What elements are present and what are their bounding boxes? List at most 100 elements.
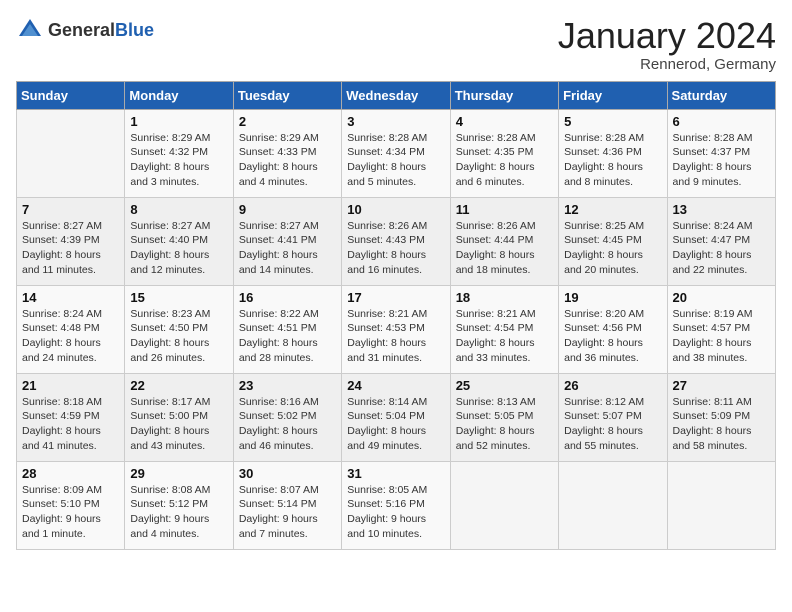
location: Rennerod, Germany: [558, 56, 776, 73]
day-number: 14: [22, 290, 119, 305]
calendar-cell: 14 Sunrise: 8:24 AMSunset: 4:48 PMDayligh…: [17, 285, 125, 373]
calendar-cell: 8Sunrise: 8:27 AMSunset: 4:40 PMDaylight…: [125, 197, 233, 285]
calendar-cell: 24 Sunrise: 8:14 AMSunset: 5:04 PMDayligh…: [342, 373, 450, 461]
day-info: Sunrise: 8:27 AMSunset: 4:39 PMDaylight:…: [22, 219, 119, 278]
day-number: 28: [22, 466, 119, 481]
day-number: 15: [130, 290, 227, 305]
calendar-cell: [450, 461, 558, 549]
day-number: 25: [456, 378, 553, 393]
day-number: 26: [564, 378, 661, 393]
weekday-header-wednesday: Wednesday: [342, 81, 450, 109]
day-number: 24: [347, 378, 444, 393]
calendar-cell: 23Sunrise: 8:16 AMSunset: 5:02 PMDayligh…: [233, 373, 341, 461]
calendar-cell: 25 Sunrise: 8:13 AMSunset: 5:05 PMDayligh…: [450, 373, 558, 461]
calendar-cell: 5Sunrise: 8:28 AMSunset: 4:36 PMDaylight…: [559, 109, 667, 197]
day-info: Sunrise: 8:07 AMSunset: 5:14 PMDaylight:…: [239, 483, 336, 542]
week-row-3: 14 Sunrise: 8:24 AMSunset: 4:48 PMDayligh…: [17, 285, 776, 373]
day-info: Sunrise: 8:09 AMSunset: 5:10 PMDaylight:…: [22, 483, 119, 542]
day-number: 27: [673, 378, 770, 393]
calendar-cell: 27 Sunrise: 8:11 AMSunset: 5:09 PMDayligh…: [667, 373, 775, 461]
day-info: Sunrise: 8:26 AMSunset: 4:43 PMDaylight:…: [347, 219, 444, 278]
calendar-cell: 30 Sunrise: 8:07 AMSunset: 5:14 PMDayligh…: [233, 461, 341, 549]
day-number: 9: [239, 202, 336, 217]
day-info: Sunrise: 8:29 AMSunset: 4:33 PMDaylight:…: [239, 131, 336, 190]
logo-text: GeneralBlue: [48, 20, 154, 41]
day-number: 22: [130, 378, 227, 393]
calendar-cell: 26 Sunrise: 8:12 AMSunset: 5:07 PMDayligh…: [559, 373, 667, 461]
day-info: Sunrise: 8:20 AMSunset: 4:56 PMDaylight:…: [564, 307, 661, 366]
calendar-cell: [667, 461, 775, 549]
day-number: 1: [130, 114, 227, 129]
day-number: 30: [239, 466, 336, 481]
calendar-cell: 31 Sunrise: 8:05 AMSunset: 5:16 PMDayligh…: [342, 461, 450, 549]
page-header: GeneralBlue January 2024 Rennerod, Germa…: [16, 16, 776, 73]
day-number: 13: [673, 202, 770, 217]
day-info: Sunrise: 8:11 AMSunset: 5:09 PMDaylight:…: [673, 395, 770, 454]
calendar-cell: [17, 109, 125, 197]
day-info: Sunrise: 8:24 AMSunset: 4:48 PMDaylight:…: [22, 307, 119, 366]
day-info: Sunrise: 8:21 AMSunset: 4:54 PMDaylight:…: [456, 307, 553, 366]
weekday-header-friday: Friday: [559, 81, 667, 109]
calendar-cell: 17Sunrise: 8:21 AMSunset: 4:53 PMDayligh…: [342, 285, 450, 373]
day-info: Sunrise: 8:26 AMSunset: 4:44 PMDaylight:…: [456, 219, 553, 278]
day-info: Sunrise: 8:23 AMSunset: 4:50 PMDaylight:…: [130, 307, 227, 366]
day-info: Sunrise: 8:25 AMSunset: 4:45 PMDaylight:…: [564, 219, 661, 278]
day-info: Sunrise: 8:16 AMSunset: 5:02 PMDaylight:…: [239, 395, 336, 454]
weekday-header-monday: Monday: [125, 81, 233, 109]
day-info: Sunrise: 8:05 AMSunset: 5:16 PMDaylight:…: [347, 483, 444, 542]
day-number: 4: [456, 114, 553, 129]
day-number: 2: [239, 114, 336, 129]
month-title: January 2024: [558, 16, 776, 56]
calendar-cell: 15 Sunrise: 8:23 AMSunset: 4:50 PMDayligh…: [125, 285, 233, 373]
day-info: Sunrise: 8:17 AMSunset: 5:00 PMDaylight:…: [130, 395, 227, 454]
calendar-cell: 19 Sunrise: 8:20 AMSunset: 4:56 PMDayligh…: [559, 285, 667, 373]
calendar-cell: 6Sunrise: 8:28 AMSunset: 4:37 PMDaylight…: [667, 109, 775, 197]
day-number: 19: [564, 290, 661, 305]
calendar-cell: [559, 461, 667, 549]
day-info: Sunrise: 8:28 AMSunset: 4:34 PMDaylight:…: [347, 131, 444, 190]
weekday-header-sunday: Sunday: [17, 81, 125, 109]
calendar-cell: 13 Sunrise: 8:24 AMSunset: 4:47 PMDayligh…: [667, 197, 775, 285]
calendar-cell: 18Sunrise: 8:21 AMSunset: 4:54 PMDayligh…: [450, 285, 558, 373]
title-area: January 2024 Rennerod, Germany: [558, 16, 776, 73]
day-number: 7: [22, 202, 119, 217]
week-row-5: 28 Sunrise: 8:09 AMSunset: 5:10 PMDayligh…: [17, 461, 776, 549]
day-info: Sunrise: 8:13 AMSunset: 5:05 PMDaylight:…: [456, 395, 553, 454]
day-info: Sunrise: 8:14 AMSunset: 5:04 PMDaylight:…: [347, 395, 444, 454]
logo-general: General: [48, 20, 115, 40]
logo-icon: [16, 16, 44, 44]
day-number: 10: [347, 202, 444, 217]
weekday-header-thursday: Thursday: [450, 81, 558, 109]
calendar-cell: 20 Sunrise: 8:19 AMSunset: 4:57 PMDayligh…: [667, 285, 775, 373]
day-info: Sunrise: 8:24 AMSunset: 4:47 PMDaylight:…: [673, 219, 770, 278]
day-number: 11: [456, 202, 553, 217]
week-row-4: 21 Sunrise: 8:18 AMSunset: 4:59 PMDayligh…: [17, 373, 776, 461]
calendar-cell: 22 Sunrise: 8:17 AMSunset: 5:00 PMDayligh…: [125, 373, 233, 461]
calendar-cell: 10 Sunrise: 8:26 AMSunset: 4:43 PMDayligh…: [342, 197, 450, 285]
calendar-cell: 7 Sunrise: 8:27 AMSunset: 4:39 PMDaylight…: [17, 197, 125, 285]
day-number: 21: [22, 378, 119, 393]
day-info: Sunrise: 8:28 AMSunset: 4:37 PMDaylight:…: [673, 131, 770, 190]
calendar-cell: 28 Sunrise: 8:09 AMSunset: 5:10 PMDayligh…: [17, 461, 125, 549]
weekday-header-row: SundayMondayTuesdayWednesdayThursdayFrid…: [17, 81, 776, 109]
calendar-cell: 9 Sunrise: 8:27 AMSunset: 4:41 PMDaylight…: [233, 197, 341, 285]
calendar-cell: 3Sunrise: 8:28 AMSunset: 4:34 PMDaylight…: [342, 109, 450, 197]
day-info: Sunrise: 8:19 AMSunset: 4:57 PMDaylight:…: [673, 307, 770, 366]
weekday-header-tuesday: Tuesday: [233, 81, 341, 109]
day-info: Sunrise: 8:12 AMSunset: 5:07 PMDaylight:…: [564, 395, 661, 454]
day-info: Sunrise: 8:29 AMSunset: 4:32 PMDaylight:…: [130, 131, 227, 190]
day-info: Sunrise: 8:27 AMSunset: 4:40 PMDaylight:…: [130, 219, 227, 278]
day-number: 31: [347, 466, 444, 481]
day-info: Sunrise: 8:28 AMSunset: 4:35 PMDaylight:…: [456, 131, 553, 190]
calendar-cell: 16Sunrise: 8:22 AMSunset: 4:51 PMDayligh…: [233, 285, 341, 373]
logo: GeneralBlue: [16, 16, 154, 44]
day-info: Sunrise: 8:28 AMSunset: 4:36 PMDaylight:…: [564, 131, 661, 190]
week-row-2: 7 Sunrise: 8:27 AMSunset: 4:39 PMDaylight…: [17, 197, 776, 285]
day-info: Sunrise: 8:18 AMSunset: 4:59 PMDaylight:…: [22, 395, 119, 454]
day-info: Sunrise: 8:27 AMSunset: 4:41 PMDaylight:…: [239, 219, 336, 278]
day-number: 16: [239, 290, 336, 305]
day-number: 20: [673, 290, 770, 305]
logo-blue: Blue: [115, 20, 154, 40]
day-info: Sunrise: 8:21 AMSunset: 4:53 PMDaylight:…: [347, 307, 444, 366]
day-info: Sunrise: 8:08 AMSunset: 5:12 PMDaylight:…: [130, 483, 227, 542]
